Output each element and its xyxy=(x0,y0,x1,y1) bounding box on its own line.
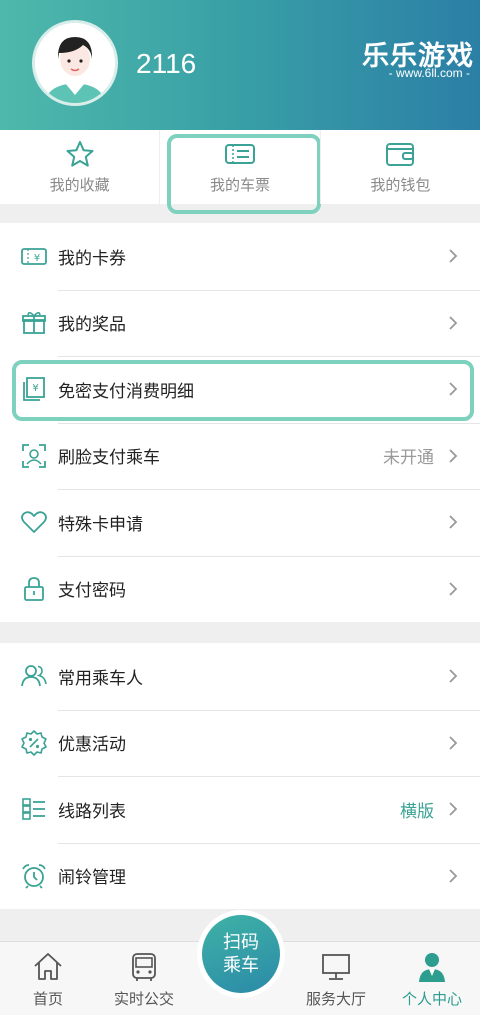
quick-favorites[interactable]: 我的收藏 xyxy=(0,130,159,204)
quick-tickets[interactable]: 我的车票 xyxy=(159,130,322,214)
chevron-right-icon xyxy=(449,382,458,396)
tab-label: 个人中心 xyxy=(401,990,462,1008)
discount-icon xyxy=(21,729,47,756)
menu-group-settings: 常用乘车人 优惠活动 线路列表 横版 闹铃管理 xyxy=(0,643,480,909)
quick-label: 我的车票 xyxy=(209,176,270,194)
scan-label: 扫码 xyxy=(223,932,259,953)
heart-icon xyxy=(21,511,47,534)
star-icon xyxy=(66,141,94,167)
avatar-portrait-icon xyxy=(35,23,115,103)
menu-label: 特殊卡申请 xyxy=(58,514,143,535)
profile-header: 2116 乐乐游戏 - www.6ll.com - xyxy=(0,0,480,130)
chevron-right-icon xyxy=(449,802,458,816)
menu-item-password-free-payment[interactable]: ¥ 免密支付消费明细 xyxy=(0,356,480,423)
home-icon xyxy=(34,953,62,980)
users-icon xyxy=(21,665,47,687)
ticket-icon xyxy=(224,144,255,164)
menu-item-route-list[interactable]: 线路列表 横版 xyxy=(0,776,480,843)
list-icon xyxy=(22,798,45,821)
chevron-right-icon xyxy=(449,316,458,330)
alarm-icon xyxy=(22,863,46,889)
menu-item-frequent-passengers[interactable]: 常用乘车人 xyxy=(0,643,480,710)
quick-label: 我的钱包 xyxy=(370,176,431,194)
chevron-right-icon xyxy=(449,249,458,263)
menu-label: 常用乘车人 xyxy=(58,668,143,689)
tab-realtime-bus[interactable]: 实时公交 xyxy=(96,942,192,1015)
watermark-subtitle: - www.6ll.com - xyxy=(388,66,470,80)
scan-label-line2: 乘车 xyxy=(223,955,259,976)
monitor-icon xyxy=(322,954,350,980)
menu-label: 优惠活动 xyxy=(58,735,126,756)
menu-item-prizes[interactable]: 我的奖品 xyxy=(0,289,480,357)
scan-to-ride-button[interactable]: 扫码 乘车 xyxy=(197,910,285,998)
quick-label: 我的收藏 xyxy=(49,176,110,194)
svg-text:¥: ¥ xyxy=(32,383,38,394)
menu-label: 刷脸支付乘车 xyxy=(58,448,160,469)
tab-label: 服务大厅 xyxy=(305,990,366,1008)
menu-label: 我的奖品 xyxy=(58,315,126,336)
username: 2116 xyxy=(136,48,197,79)
tab-service-hall[interactable]: 服务大厅 xyxy=(288,942,384,1015)
gift-icon xyxy=(22,311,46,334)
tab-home[interactable]: 首页 xyxy=(0,942,96,1015)
chevron-right-icon xyxy=(449,736,458,750)
menu-label: 免密支付消费明细 xyxy=(58,381,194,402)
coupon-icon: ¥ xyxy=(21,248,47,266)
chevron-right-icon xyxy=(449,582,458,596)
menu-group-account: ¥ 我的卡券 我的奖品 ¥ 免密支付消费明细 刷脸支付乘车 未开通 特殊卡申请 … xyxy=(0,223,480,622)
menu-item-face-payment[interactable]: 刷脸支付乘车 未开通 xyxy=(0,422,480,490)
menu-label: 线路列表 xyxy=(58,801,126,822)
lock-icon xyxy=(24,576,44,601)
chevron-right-icon xyxy=(449,449,458,463)
chevron-right-icon xyxy=(449,669,458,683)
scan-button-face: 扫码 乘车 xyxy=(202,915,280,993)
menu-label: 闹铃管理 xyxy=(58,868,126,889)
svg-text:¥: ¥ xyxy=(34,253,40,264)
chevron-right-icon xyxy=(449,515,458,529)
tab-label: 实时公交 xyxy=(113,990,174,1008)
face-scan-icon xyxy=(22,443,46,468)
menu-item-special-card[interactable]: 特殊卡申请 xyxy=(0,489,480,556)
status-text: 横版 xyxy=(400,801,434,822)
quick-actions: 我的收藏 我的车票 我的钱包 xyxy=(0,130,480,214)
receipt-icon: ¥ xyxy=(23,377,45,402)
chevron-right-icon xyxy=(449,869,458,883)
menu-item-alarm-management[interactable]: 闹铃管理 xyxy=(0,842,480,910)
wallet-icon xyxy=(386,143,415,166)
avatar[interactable] xyxy=(32,20,118,106)
person-icon xyxy=(419,953,445,982)
tab-label: 首页 xyxy=(32,990,63,1008)
menu-item-payment-password[interactable]: 支付密码 xyxy=(0,555,480,623)
tab-profile[interactable]: 个人中心 xyxy=(384,942,480,1015)
status-text: 未开通 xyxy=(383,448,434,469)
quick-wallet[interactable]: 我的钱包 xyxy=(319,130,480,204)
menu-label: 我的卡券 xyxy=(58,248,126,269)
menu-item-coupons[interactable]: ¥ 我的卡券 xyxy=(0,223,480,290)
menu-label: 支付密码 xyxy=(58,581,126,602)
menu-item-promotions[interactable]: 优惠活动 xyxy=(0,709,480,777)
bus-icon xyxy=(132,953,156,981)
